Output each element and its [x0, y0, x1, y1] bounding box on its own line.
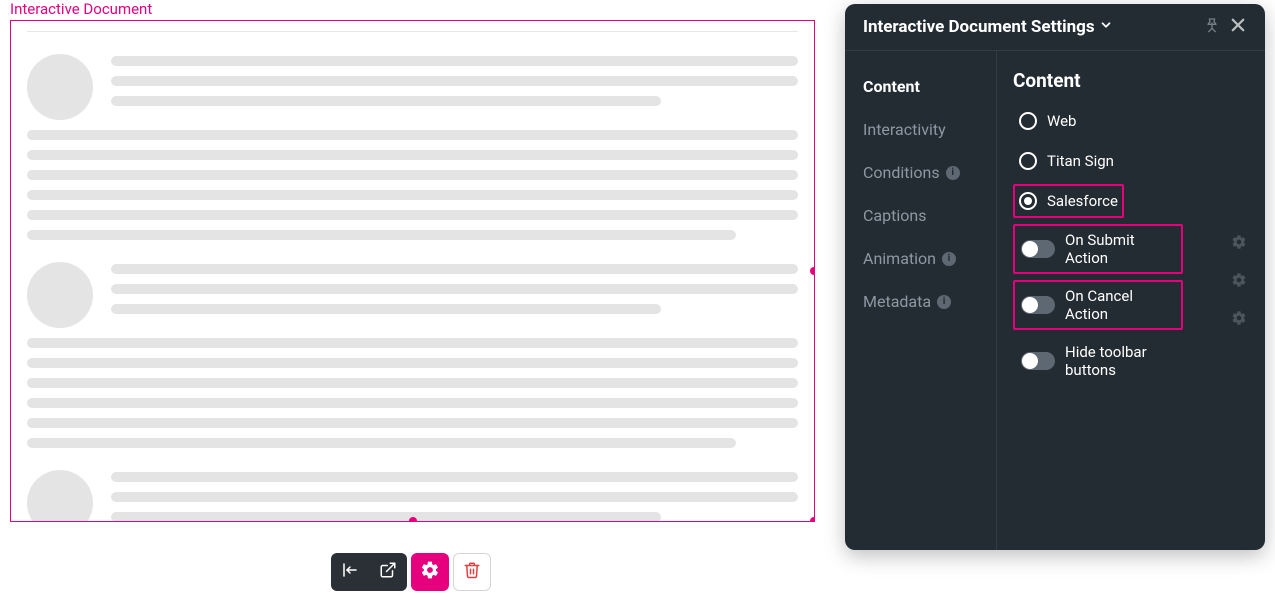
- component-toolbar: [331, 553, 491, 591]
- resize-handle-right[interactable]: [810, 267, 815, 275]
- toggle-label: On Submit Action: [1065, 231, 1175, 267]
- radio-web[interactable]: Web: [1013, 104, 1082, 138]
- row-settings-button[interactable]: [1231, 272, 1247, 288]
- toggle-hide-toolbar-buttons[interactable]: Hide toolbar buttons: [1013, 336, 1183, 386]
- pin-icon: [1204, 17, 1220, 37]
- info-badge-icon: i: [946, 166, 960, 180]
- trash-icon: [463, 561, 481, 583]
- close-button[interactable]: [1225, 14, 1251, 40]
- pin-button[interactable]: [1199, 14, 1225, 40]
- close-icon: [1229, 16, 1247, 38]
- toggle-switch[interactable]: [1021, 240, 1055, 258]
- sidebar-item-label: Animation: [863, 249, 936, 268]
- sidebar-item-animation[interactable]: Animation i: [863, 241, 996, 284]
- panel-title-dropdown[interactable]: Interactive Document Settings: [863, 17, 1113, 37]
- toggle-on-cancel-action[interactable]: On Cancel Action: [1013, 280, 1183, 330]
- panel-title-text: Interactive Document Settings: [863, 17, 1095, 37]
- toolbar-align-button[interactable]: [331, 553, 369, 591]
- resize-handle-corner[interactable]: [810, 517, 815, 522]
- row-settings-button[interactable]: [1231, 234, 1247, 250]
- row-settings-button[interactable]: [1231, 310, 1247, 326]
- sidebar-item-label: Content: [863, 77, 920, 96]
- radio-label: Web: [1047, 112, 1076, 130]
- info-badge-icon: i: [937, 295, 951, 309]
- align-left-icon: [341, 561, 359, 583]
- radio-label: Titan Sign: [1047, 152, 1114, 170]
- radio-icon: [1019, 192, 1037, 210]
- sidebar-item-label: Conditions: [863, 163, 940, 182]
- radio-salesforce[interactable]: Salesforce: [1013, 184, 1124, 218]
- sidebar-item-content[interactable]: Content: [863, 69, 996, 112]
- toggle-on-submit-action[interactable]: On Submit Action: [1013, 224, 1183, 274]
- sidebar-item-label: Interactivity: [863, 120, 946, 139]
- external-link-icon: [379, 561, 397, 583]
- sidebar-item-metadata[interactable]: Metadata i: [863, 284, 996, 327]
- gear-icon: [1231, 311, 1247, 330]
- panel-sidebar: Content Interactivity Conditions i Capti…: [845, 51, 997, 550]
- sidebar-item-interactivity[interactable]: Interactivity: [863, 112, 996, 155]
- toolbar-open-button[interactable]: [369, 553, 407, 591]
- radio-label: Salesforce: [1047, 192, 1118, 210]
- toolbar-delete-button[interactable]: [453, 553, 491, 591]
- toggle-switch[interactable]: [1021, 352, 1055, 370]
- radio-icon: [1019, 112, 1037, 130]
- sidebar-item-label: Metadata: [863, 292, 931, 311]
- panel-content: Content Web Titan Sign Salesforce On Sub…: [997, 51, 1265, 550]
- component-label: Interactive Document: [10, 0, 152, 18]
- toggle-label: On Cancel Action: [1065, 287, 1175, 323]
- resize-handle-bottom[interactable]: [409, 517, 417, 522]
- sidebar-item-label: Captions: [863, 206, 926, 225]
- gear-icon: [1231, 235, 1247, 254]
- gear-icon: [1231, 273, 1247, 292]
- radio-titan-sign[interactable]: Titan Sign: [1013, 144, 1120, 178]
- info-badge-icon: i: [942, 252, 956, 266]
- interactive-document-component[interactable]: [10, 20, 815, 522]
- gear-icon: [420, 560, 440, 584]
- settings-panel: Interactive Document Settings Content In…: [845, 4, 1265, 550]
- document-placeholder: [11, 21, 814, 521]
- content-heading: Content: [1013, 69, 1249, 92]
- sidebar-item-conditions[interactable]: Conditions i: [863, 155, 996, 198]
- panel-header: Interactive Document Settings: [845, 4, 1265, 51]
- toggle-switch[interactable]: [1021, 296, 1055, 314]
- toggle-label: Hide toolbar buttons: [1065, 343, 1175, 379]
- chevron-down-icon: [1099, 17, 1113, 37]
- toolbar-settings-button[interactable]: [411, 553, 449, 591]
- sidebar-item-captions[interactable]: Captions: [863, 198, 996, 241]
- radio-icon: [1019, 152, 1037, 170]
